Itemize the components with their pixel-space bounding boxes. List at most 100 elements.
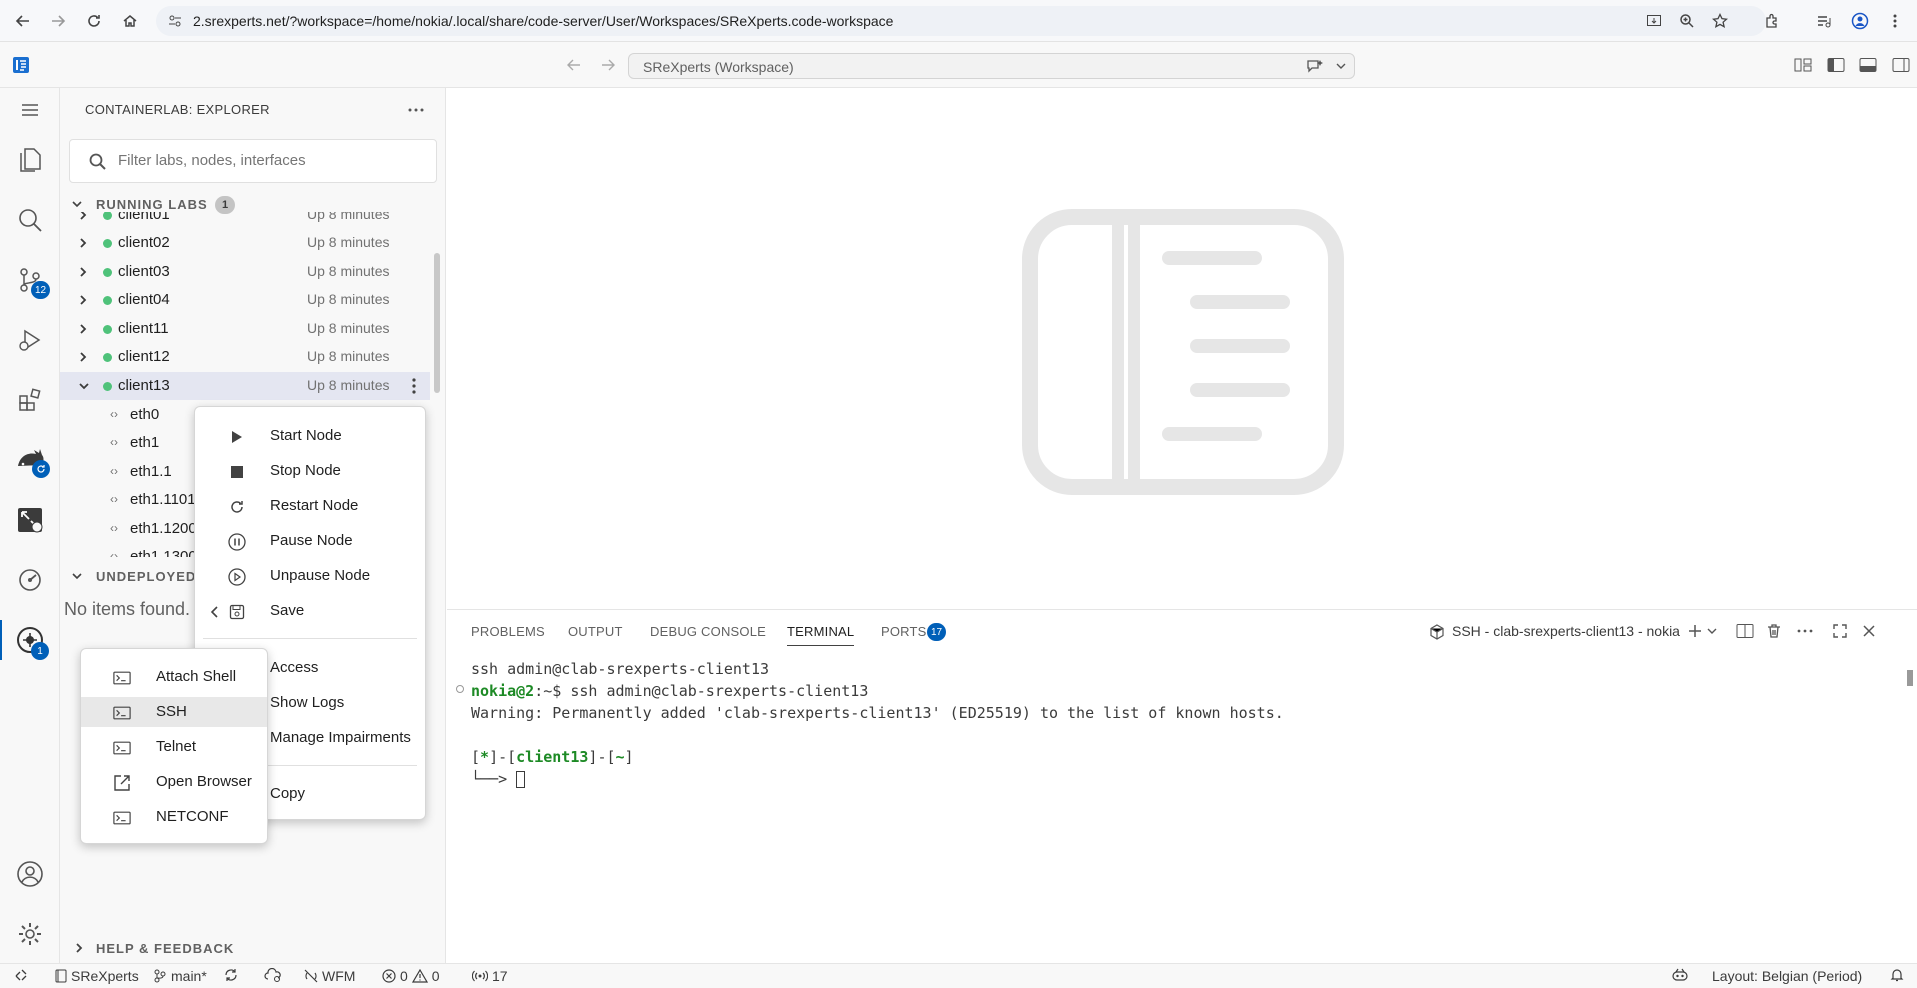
tree-node[interactable]: client03 Up 8 minutes [60,258,430,286]
chevron-down-icon [78,379,90,393]
close-panel-icon[interactable] [1861,623,1877,639]
keyboard-layout-status[interactable]: Layout: Belgian (Period) [1712,968,1862,984]
cloud-status[interactable] [264,968,282,982]
address-bar[interactable]: 2.srexperts.net/?workspace=/home/nokia/.… [156,6,1766,36]
extensions-icon[interactable] [14,384,46,416]
more-actions-icon[interactable] [408,108,424,112]
submenu-item-netconf[interactable]: NETCONF [81,802,267,832]
menu-item-stop-node[interactable]: Stop Node [195,456,425,486]
search-icon [89,153,107,171]
problems-status[interactable]: 0 0 [382,968,440,984]
maximize-panel-icon[interactable] [1832,623,1848,639]
help-feedback-header[interactable]: HELP & FEEDBACK [60,938,446,960]
tree-node[interactable]: client12 Up 8 minutes [60,343,430,371]
tree-node[interactable]: client02 Up 8 minutes [60,229,430,257]
running-status-dot [103,212,112,220]
bracket: [ [507,748,517,766]
notifications-button[interactable] [1890,968,1904,982]
wfm-status[interactable]: WFM [304,968,355,984]
run-debug-icon[interactable] [14,324,46,356]
ports-status[interactable]: 17 [472,968,508,984]
extensions-puzzle-icon[interactable] [1761,10,1783,32]
terminal-title[interactable]: SSH - clab-srexperts-client13 - nokia [1452,623,1680,639]
menu-item-pause-node[interactable]: Pause Node [195,526,425,556]
search-icon[interactable] [14,204,46,236]
home-icon[interactable] [119,10,141,32]
more-icon[interactable] [1797,629,1813,633]
install-app-icon[interactable] [1646,13,1662,29]
command-center[interactable]: SReXperts (Workspace) [628,53,1355,79]
tab-ports[interactable]: PORTS [881,624,927,639]
reload-icon[interactable] [83,10,105,32]
interface-name: eth0 [130,406,160,423]
zoom-icon[interactable] [1679,13,1695,29]
containerlab-icon[interactable]: 1 [14,624,49,660]
menu-item-restart-node[interactable]: Restart Node [195,491,425,521]
menu-icon[interactable] [14,94,46,126]
explorer-icon[interactable] [14,144,46,176]
submenu-item-telnet[interactable]: Telnet [81,732,267,762]
menu-item-save[interactable]: Save [195,596,425,626]
bottom-panel: PROBLEMS OUTPUT DEBUG CONSOLE TERMINAL P… [447,609,1917,963]
media-controls-icon[interactable] [1813,10,1835,32]
prompt-star: * [480,748,490,766]
tree-node[interactable]: client01 Up 8 minutes [60,212,430,229]
settings-gear-icon[interactable] [14,918,46,950]
chevron-right-icon [78,212,88,222]
chevron-down-icon[interactable] [1707,627,1717,635]
activity-bar: 12 1 [0,88,60,963]
interface-name: eth1.1 [130,463,172,480]
menu-item-unpause-node[interactable]: Unpause Node [195,561,425,591]
copilot-status[interactable] [1671,968,1689,982]
link-external-icon [113,774,131,792]
app-logo-icon[interactable] [12,56,30,74]
tree-node-selected[interactable]: client13 Up 8 minutes [60,372,430,400]
submenu-item-open-browser[interactable]: Open Browser [81,767,267,797]
terminal-output[interactable]: ssh admin@clab-srexperts-client13 nokia@2… [471,658,1284,790]
tab-problems[interactable]: PROBLEMS [471,624,545,639]
remote-indicator[interactable] [14,968,28,982]
branch-indicator[interactable]: main* [153,968,207,984]
tab-output[interactable]: OUTPUT [568,624,623,639]
new-terminal-icon[interactable] [1687,623,1703,639]
toggle-primary-sidebar-icon[interactable] [1827,57,1845,73]
menu-item-label: Show Logs [270,694,345,711]
filter-box[interactable] [69,139,437,183]
filter-input[interactable] [118,152,418,169]
split-terminal-icon[interactable] [1736,623,1754,639]
sync-button[interactable] [224,968,238,982]
workspace-indicator[interactable]: SReXperts [55,968,139,984]
submenu-item-attach-shell[interactable]: Attach Shell [81,662,267,692]
bracket: [ [606,748,616,766]
remote-explorer-icon[interactable] [14,504,46,536]
accounts-icon[interactable] [14,858,46,890]
chevron-down-icon[interactable] [1336,62,1346,70]
customize-layout-icon[interactable] [1794,57,1812,73]
source-control-icon[interactable]: 12 [14,264,51,299]
dashboard-gauge-icon[interactable] [14,564,46,596]
containerlab-badge: 1 [31,642,49,660]
profile-icon[interactable] [1849,10,1871,32]
menu-item-start-node[interactable]: Start Node [195,421,425,451]
toggle-panel-icon[interactable] [1859,57,1877,73]
tab-terminal[interactable]: TERMINAL [787,624,855,646]
nav-back-icon[interactable] [566,57,582,73]
chat-icon[interactable] [1306,58,1324,74]
bookmark-star-icon[interactable] [1712,13,1728,29]
menu-item-label: Unpause Node [270,567,371,584]
nav-forward-icon[interactable] [600,57,616,73]
tree-node[interactable]: client04 Up 8 minutes [60,286,430,314]
forward-icon[interactable] [47,10,69,32]
tab-debug-console[interactable]: DEBUG CONSOLE [650,624,766,639]
tree-node[interactable]: client11 Up 8 minutes [60,315,430,343]
back-icon[interactable] [12,10,34,32]
trash-icon[interactable] [1766,623,1782,639]
node-more-icon[interactable] [412,378,416,394]
toggle-secondary-sidebar-icon[interactable] [1892,57,1910,73]
site-info-icon[interactable] [168,14,182,28]
submenu-item-ssh[interactable]: SSH [81,697,267,727]
terminal-scrollbar[interactable] [1907,670,1913,686]
browser-menu-icon[interactable] [1884,10,1906,32]
hedgehog-extension-icon[interactable] [14,444,50,478]
tree-scrollbar[interactable] [434,253,440,393]
